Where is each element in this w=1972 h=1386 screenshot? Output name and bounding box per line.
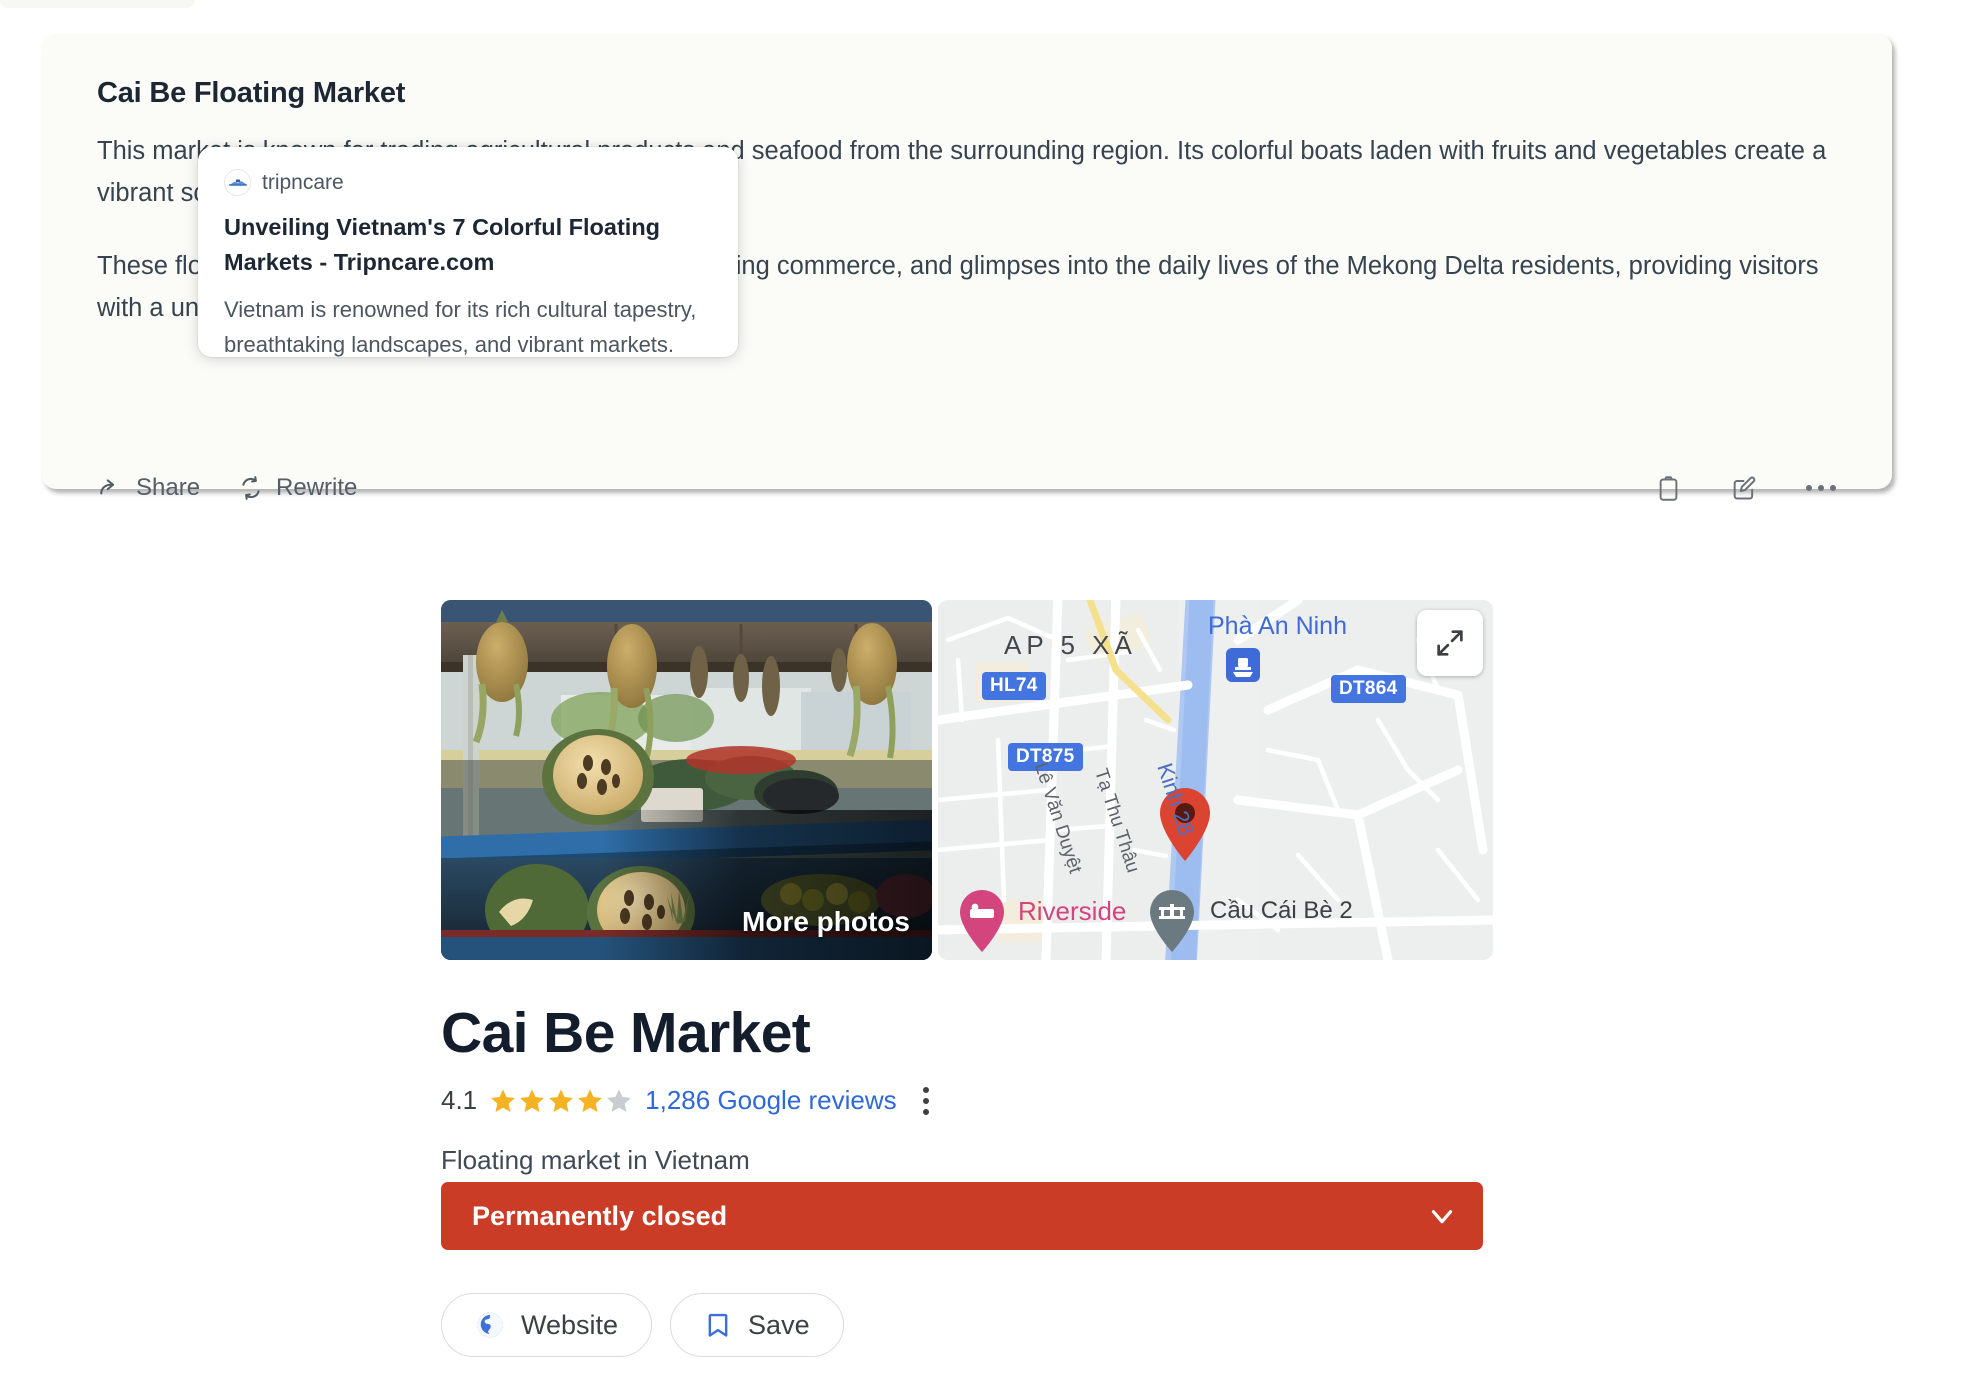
star-icon-filled xyxy=(578,1088,603,1112)
tripncare-favicon xyxy=(224,169,251,196)
answer-actions-right xyxy=(1655,474,1836,502)
answer-actions-left: Share Rewrite xyxy=(98,474,357,502)
expand-diagonal-icon[interactable] xyxy=(1417,610,1483,676)
share-arrow-icon xyxy=(98,475,124,501)
star-icon-empty xyxy=(607,1088,632,1112)
chevron-down-icon[interactable] xyxy=(1425,1199,1459,1233)
permanently-closed-banner[interactable]: Permanently closed xyxy=(441,1182,1483,1250)
rewrite-label: Rewrite xyxy=(276,474,358,501)
business-category: Floating market in Vietnam xyxy=(441,1145,750,1175)
preview-snippet: Vietnam is renowned for its rich cultura… xyxy=(224,297,697,357)
rating-value: 4.1 xyxy=(441,1085,478,1115)
star-icon-filled xyxy=(549,1088,574,1112)
map-bridge-label: Cầu Cái Bè 2 xyxy=(1210,897,1353,924)
place-map[interactable]: AP 5 XÃ Phà An Ninh HL74 DT875 DT864 Lê … xyxy=(938,600,1493,960)
rewrite-button[interactable]: Rewrite xyxy=(238,474,357,502)
map-ferry-label: Phà An Ninh xyxy=(1208,612,1347,640)
more-dots xyxy=(1806,485,1836,491)
map-area-label: AP 5 XÃ xyxy=(1004,630,1137,660)
business-action-buttons: Website Save xyxy=(441,1293,844,1357)
google-reviews-link[interactable]: 1,286 Google reviews xyxy=(645,1085,896,1116)
status-badge: Permanently closed xyxy=(472,1200,728,1231)
share-button[interactable]: Share xyxy=(98,474,200,502)
bookmark-icon xyxy=(704,1311,732,1339)
star-icon-filled xyxy=(520,1088,545,1112)
preview-title[interactable]: Unveiling Vietnam's 7 Colorful Floating … xyxy=(224,210,712,280)
more-photos-label[interactable]: More photos xyxy=(742,906,910,938)
map-hotel-label: Riverside xyxy=(1018,896,1127,926)
website-button[interactable]: Website xyxy=(441,1293,653,1357)
star-rating xyxy=(489,1087,633,1115)
answer-card-title: Cai Be Floating Market xyxy=(97,77,406,109)
website-label: Website xyxy=(521,1309,619,1340)
media-row: More photos AP 5 XÃ Phà An Ninh HL74 DT8… xyxy=(441,600,1493,960)
place-photo[interactable]: More photos xyxy=(441,600,932,960)
map-road-shield: HL74 xyxy=(982,672,1046,700)
preview-domain: tripncare xyxy=(262,170,344,194)
clipboard-icon[interactable] xyxy=(1655,475,1682,502)
globe-icon xyxy=(475,1310,505,1340)
answer-card: Cai Be Floating Market This market is kn… xyxy=(42,34,1892,501)
business-name: Cai Be Market xyxy=(441,1001,811,1065)
rewrite-refresh-icon xyxy=(238,475,264,501)
top-card-sliver xyxy=(0,0,195,8)
map-road-shield: DT864 xyxy=(1331,675,1406,703)
source-preview-popup: tripncare Unveiling Vietnam's 7 Colorful… xyxy=(198,147,738,357)
business-more-menu[interactable] xyxy=(922,1086,929,1115)
preview-source-row: tripncare xyxy=(224,169,712,196)
share-label: Share xyxy=(136,474,201,501)
rating-row: 4.1 1,286 Google reviews xyxy=(441,1085,929,1116)
page-root: Cai Be Floating Market This market is kn… xyxy=(0,0,1972,1386)
save-button[interactable]: Save xyxy=(670,1293,844,1357)
save-label: Save xyxy=(748,1309,810,1340)
edit-pencil-icon[interactable] xyxy=(1730,474,1758,502)
more-horizontal-icon[interactable] xyxy=(1806,485,1836,491)
star-icon-filled xyxy=(491,1088,516,1112)
